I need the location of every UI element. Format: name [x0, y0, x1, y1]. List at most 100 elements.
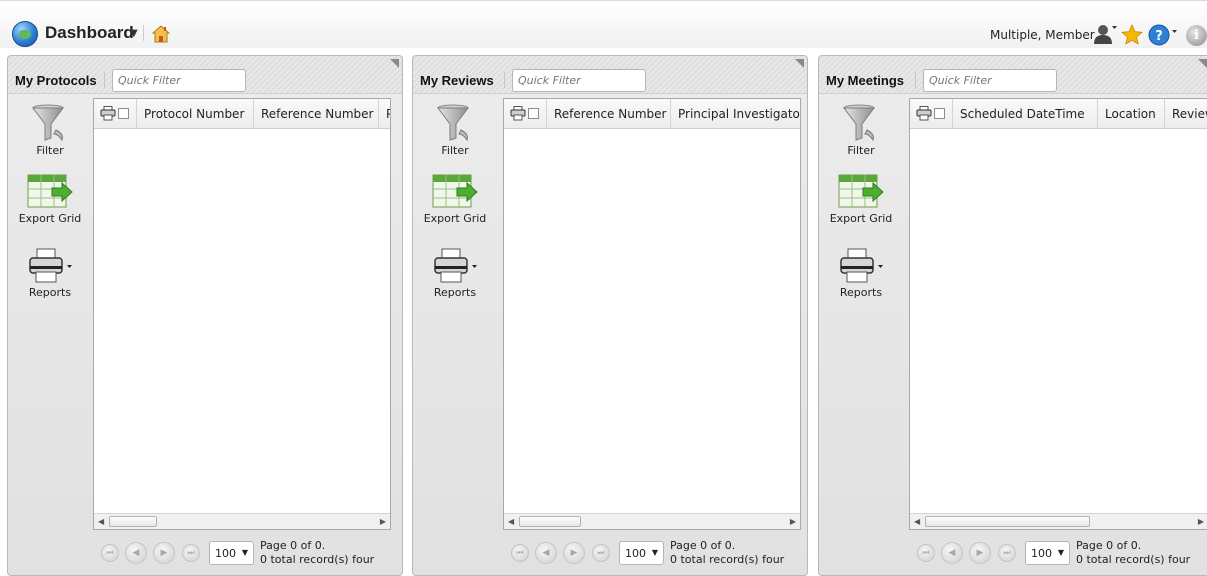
panel-divider — [104, 72, 105, 88]
export-grid-icon — [838, 174, 884, 208]
page-count-text: Page 0 of 0. — [1076, 539, 1142, 552]
quick-filter-input[interactable] — [112, 69, 246, 92]
last-page-button[interactable]: ⏭ — [998, 544, 1016, 562]
panel-header: My Protocols — [8, 56, 402, 94]
filter-icon — [843, 104, 875, 142]
export-grid-label: Export Grid — [18, 212, 82, 225]
svg-text:?: ? — [1155, 29, 1163, 44]
export-grid-icon — [432, 174, 478, 208]
page-size-value: 100 — [625, 547, 646, 560]
column-header[interactable]: Location — [1097, 99, 1164, 129]
horizontal-scrollbar[interactable]: ◀ ▶ — [504, 513, 800, 529]
page-size-select[interactable]: 100 ▼ — [209, 541, 254, 565]
export-grid-button[interactable]: Export Grid — [8, 174, 92, 225]
filter-button[interactable]: Filter — [413, 104, 497, 157]
filter-label: Filter — [441, 144, 469, 157]
reports-button[interactable]: Reports — [8, 248, 92, 299]
last-page-button[interactable]: ⏭ — [592, 544, 610, 562]
record-count-text: 0 total record(s) four — [260, 553, 375, 566]
scroll-thumb[interactable] — [925, 516, 1090, 527]
chevron-down-icon: ▼ — [241, 548, 248, 557]
first-page-button[interactable]: ⏮ — [101, 544, 119, 562]
filter-icon — [32, 104, 64, 142]
column-header[interactable]: Reference Number — [253, 99, 378, 129]
scroll-right-icon[interactable]: ▶ — [790, 517, 796, 526]
page-size-select[interactable]: 100 ▼ — [1025, 541, 1070, 565]
panel-divider — [915, 72, 916, 88]
dashboard-dropdown-icon[interactable]: ▼ — [130, 28, 138, 39]
home-icon[interactable] — [152, 25, 170, 43]
collapse-corner-icon[interactable] — [795, 59, 804, 68]
scroll-right-icon[interactable]: ▶ — [1198, 517, 1204, 526]
toolbar-divider — [143, 25, 144, 41]
page-size-value: 100 — [1031, 547, 1052, 560]
prev-page-button[interactable]: ◀ — [941, 542, 963, 564]
scroll-thumb[interactable] — [519, 516, 581, 527]
panel-title: My Meetings — [826, 73, 905, 88]
page-size-select[interactable]: 100 ▼ — [619, 541, 664, 565]
collapse-corner-icon[interactable] — [390, 59, 399, 68]
globe-icon[interactable] — [12, 21, 38, 47]
next-page-button[interactable]: ▶ — [969, 542, 991, 564]
grid-print-icon[interactable] — [510, 106, 526, 121]
pager: ⏮ ◀ ▶ ⏭ 100 ▼ Page 0 of 0. 0 total record… — [909, 536, 1207, 570]
panel-my-protocols: My Protocols Filter Export Grid — [7, 55, 403, 576]
horizontal-scrollbar[interactable]: ◀ ▶ — [910, 513, 1207, 529]
help-icon[interactable]: ? — [1148, 24, 1178, 46]
column-header[interactable]: Protocol Number — [136, 99, 253, 129]
star-icon[interactable] — [1121, 24, 1143, 46]
reports-label: Reports — [839, 286, 883, 299]
user-icon[interactable] — [1093, 23, 1117, 45]
quick-filter-input[interactable] — [512, 69, 646, 92]
panel-title: My Reviews — [420, 73, 494, 88]
next-page-button[interactable]: ▶ — [153, 542, 175, 564]
first-page-button[interactable]: ⏮ — [511, 544, 529, 562]
last-page-button[interactable]: ⏭ — [182, 544, 200, 562]
next-page-button[interactable]: ▶ — [563, 542, 585, 564]
reports-button[interactable]: Reports — [819, 248, 903, 299]
panel-my-meetings: My Meetings Filter Export Grid — [818, 55, 1207, 576]
filter-button[interactable]: Filter — [819, 104, 903, 157]
select-all-checkbox[interactable] — [528, 108, 539, 119]
reports-button[interactable]: Reports — [413, 248, 497, 299]
grid-print-icon[interactable] — [916, 106, 932, 121]
printer-icon — [434, 248, 477, 283]
export-grid-button[interactable]: Export Grid — [413, 174, 497, 225]
select-all-checkbox[interactable] — [934, 108, 945, 119]
dashboard-title[interactable]: Dashboard — [45, 23, 134, 43]
select-all-checkbox[interactable] — [118, 108, 129, 119]
reports-label: Reports — [28, 286, 72, 299]
scroll-left-icon[interactable]: ◀ — [914, 517, 920, 526]
chevron-down-icon: ▼ — [1057, 548, 1064, 557]
printer-icon — [29, 248, 72, 283]
top-bar: Dashboard ▼ Multiple, Member ? i — [0, 0, 1207, 48]
page-count-text: Page 0 of 0. — [260, 539, 326, 552]
prev-page-button[interactable]: ◀ — [535, 542, 557, 564]
export-grid-label: Export Grid — [829, 212, 893, 225]
scroll-left-icon[interactable]: ◀ — [98, 517, 104, 526]
column-header[interactable]: Principal Investigator — [670, 99, 800, 129]
prev-page-button[interactable]: ◀ — [125, 542, 147, 564]
filter-button[interactable]: Filter — [8, 104, 92, 157]
page-size-value: 100 — [215, 547, 236, 560]
column-header[interactable]: Review — [1164, 99, 1207, 129]
pager: ⏮ ◀ ▶ ⏭ 100 ▼ Page 0 of 0. 0 total record… — [503, 536, 803, 570]
column-header[interactable]: P — [378, 99, 390, 129]
grid-print-icon[interactable] — [100, 106, 116, 121]
pager: ⏮ ◀ ▶ ⏭ 100 ▼ Page 0 of 0. 0 total record… — [93, 536, 393, 570]
column-header[interactable]: Scheduled DateTime — [952, 99, 1097, 129]
collapse-corner-icon[interactable] — [1198, 59, 1207, 68]
horizontal-scrollbar[interactable]: ◀ ▶ — [94, 513, 390, 529]
first-page-button[interactable]: ⏮ — [917, 544, 935, 562]
user-name[interactable]: Multiple, Member — [990, 28, 1095, 42]
export-grid-button[interactable]: Export Grid — [819, 174, 903, 225]
scroll-left-icon[interactable]: ◀ — [508, 517, 514, 526]
grid-header: Scheduled DateTime Location Review — [910, 99, 1207, 129]
record-count-text: 0 total record(s) four — [670, 553, 785, 566]
scroll-right-icon[interactable]: ▶ — [380, 517, 386, 526]
panel-divider — [504, 72, 505, 88]
quick-filter-input[interactable] — [923, 69, 1057, 92]
info-icon[interactable]: i — [1186, 25, 1207, 46]
column-header[interactable]: Reference Number — [546, 99, 670, 129]
scroll-thumb[interactable] — [109, 516, 157, 527]
